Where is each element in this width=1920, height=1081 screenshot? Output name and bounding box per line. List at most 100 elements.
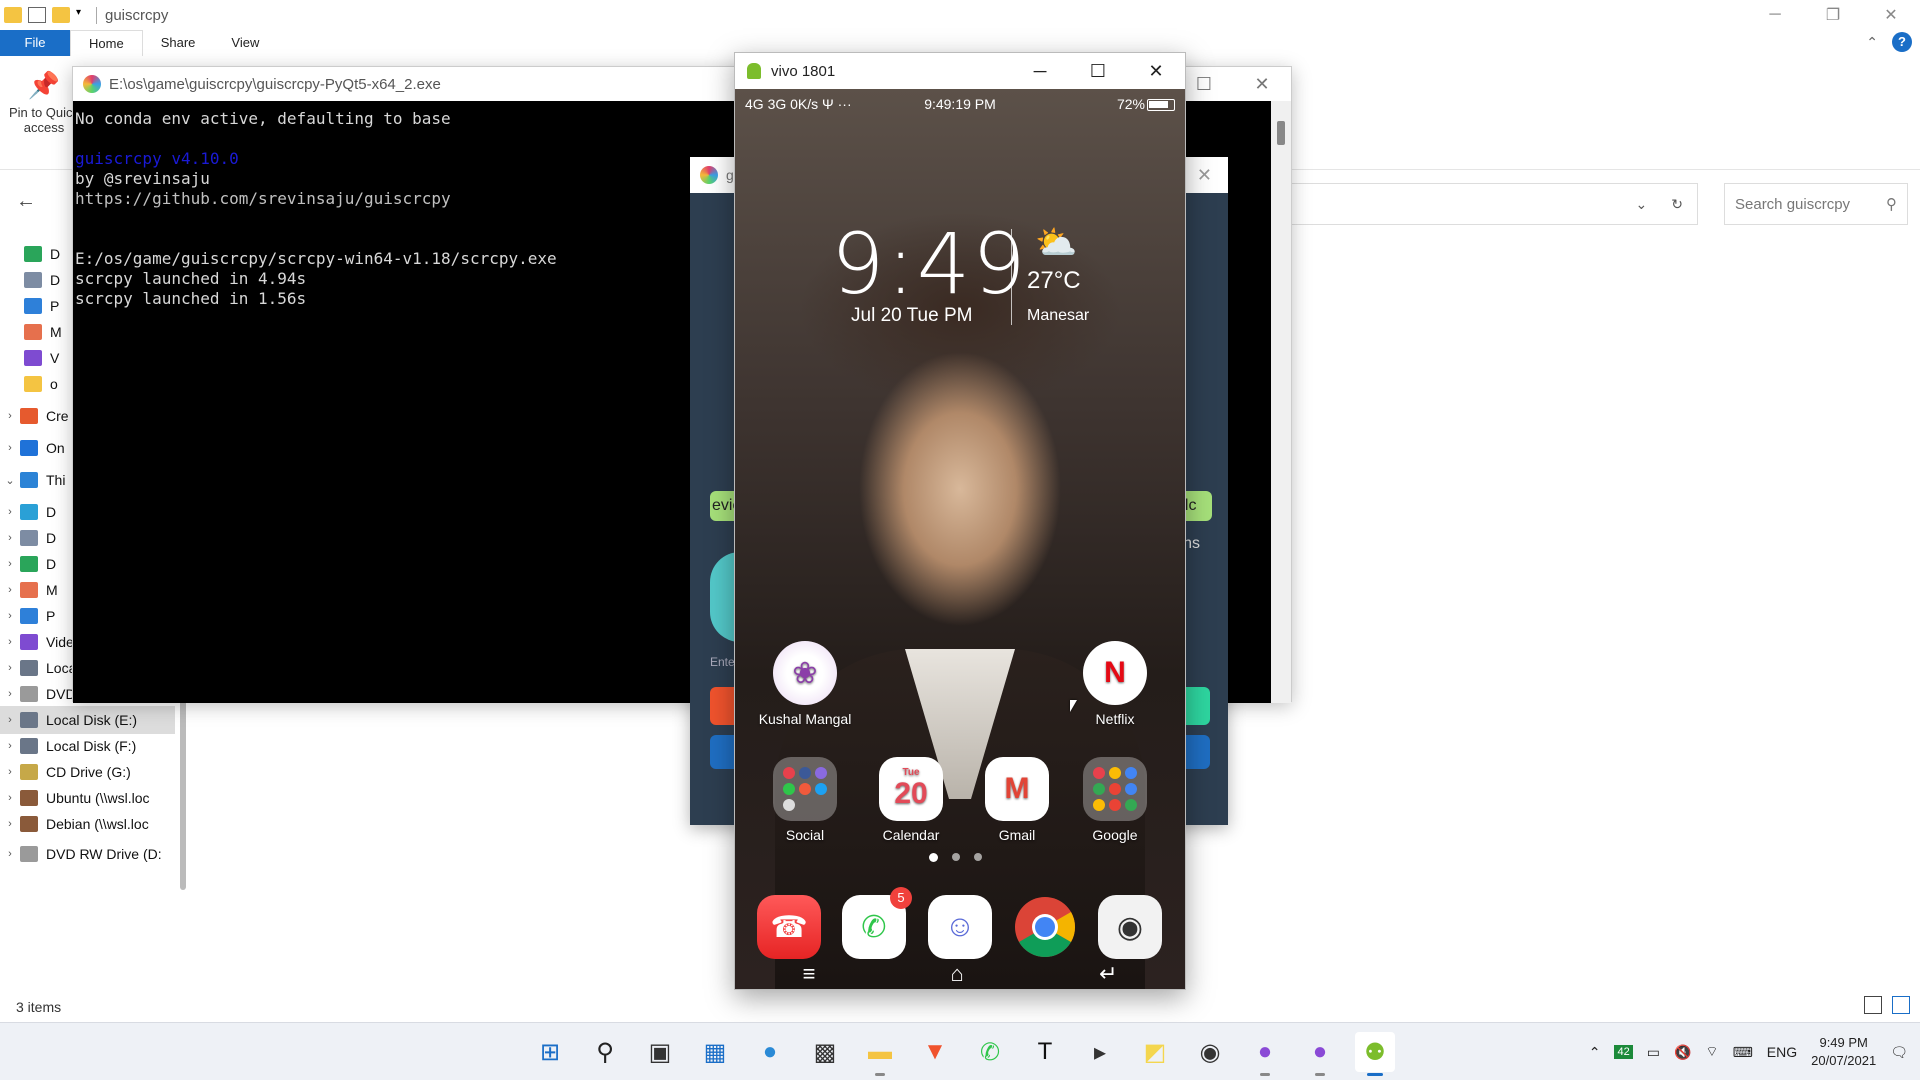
app-calendar[interactable]: Tue 20 Calendar [861, 757, 961, 843]
guiscrcpy-close-button[interactable]: ✕ [1197, 165, 1212, 186]
close-button[interactable]: ✕ [1862, 0, 1920, 30]
taskbar-typora-icon[interactable]: T [1025, 1032, 1065, 1072]
nav-item[interactable]: › Cre [0, 402, 69, 430]
battery-tray-icon[interactable]: ▭ [1647, 1044, 1660, 1061]
nav-item[interactable]: ⌄ Thi [0, 466, 65, 494]
notification-center-icon[interactable]: 🗨 [1890, 1044, 1908, 1061]
nav-item[interactable]: › P [0, 602, 55, 630]
nav-item[interactable]: › M [0, 576, 58, 604]
nav-item[interactable]: › Ubuntu (\\wsl.loc [0, 784, 149, 812]
chevron-right-icon[interactable]: › [0, 610, 20, 622]
taskbar-edge-icon[interactable]: ● [750, 1032, 790, 1072]
taskbar-start-icon[interactable]: ⊞ [530, 1032, 570, 1072]
dock-discord-icon[interactable]: ☺ [928, 895, 992, 959]
nav-item[interactable]: › Debian (\\wsl.loc [0, 810, 149, 838]
expand-ribbon-icon[interactable]: ⌃ [1866, 34, 1878, 51]
dock-phone-icon[interactable]: ☎ [757, 895, 821, 959]
chevron-right-icon[interactable]: › [0, 506, 20, 518]
taskbar-file-explorer-icon[interactable]: ▬ [860, 1032, 900, 1076]
maximize-button[interactable]: ❐ [1804, 0, 1862, 30]
console-close-button[interactable]: ✕ [1233, 67, 1291, 101]
taskbar-brave-icon[interactable]: ▼ [915, 1032, 955, 1072]
tab-share[interactable]: Share [143, 30, 214, 56]
taskbar-search-icon[interactable]: ⚲ [585, 1032, 625, 1072]
new-folder-icon[interactable] [52, 7, 70, 23]
tray-badge[interactable]: 42 [1614, 1045, 1633, 1059]
chevron-right-icon[interactable]: › [0, 584, 20, 596]
language-indicator[interactable]: ENG [1767, 1044, 1797, 1060]
taskbar-android-scrcpy-icon[interactable]: ⚉ [1355, 1032, 1395, 1076]
taskbar-clock[interactable]: 9:49 PM 20/07/2021 [1811, 1034, 1876, 1070]
chevron-right-icon[interactable]: › [0, 792, 20, 804]
properties-icon[interactable] [28, 7, 46, 23]
app-kushal-mangal[interactable]: ❀ Kushal Mangal [755, 641, 855, 727]
taskbar-guiscrcpy-icon[interactable]: ● [1245, 1032, 1285, 1076]
dock-camera-icon[interactable]: ◉ [1098, 895, 1162, 959]
chevron-right-icon[interactable]: › [0, 532, 20, 544]
tab-file[interactable]: File [0, 30, 70, 56]
tab-home[interactable]: Home [70, 30, 143, 56]
details-view-icon[interactable] [1864, 996, 1882, 1014]
nav-item[interactable]: › DVD RW Drive (D: [0, 840, 162, 868]
nav-item[interactable]: › CD Drive (G:) [0, 758, 131, 786]
chevron-right-icon[interactable]: › [0, 848, 20, 860]
taskbar-task-view-icon[interactable]: ▣ [640, 1032, 680, 1072]
chevron-right-icon[interactable]: › [0, 442, 20, 454]
tab-view[interactable]: View [213, 30, 277, 56]
speaker-muted-icon[interactable]: 🔇 [1674, 1044, 1691, 1061]
chevron-right-icon[interactable]: › [0, 558, 20, 570]
address-bar[interactable]: ⌄ ↻ [1290, 183, 1698, 225]
back-button[interactable]: ← [16, 190, 36, 213]
taskbar-widgets-icon[interactable]: ▦ [695, 1032, 735, 1072]
folder-google[interactable]: Google [1065, 757, 1165, 843]
help-icon[interactable]: ? [1892, 32, 1912, 52]
taskbar-whatsapp-icon[interactable]: ✆ [970, 1032, 1010, 1072]
dock-whatsapp-icon[interactable]: ✆ 5 [842, 887, 912, 959]
chevron-down-icon[interactable]: ⌄ [0, 474, 20, 487]
taskbar-sticky-notes-icon[interactable]: ◩ [1135, 1032, 1175, 1072]
nav-item[interactable]: o [0, 370, 58, 398]
taskbar-obs-icon[interactable]: ◉ [1190, 1032, 1230, 1072]
nav-item[interactable]: › On [0, 434, 65, 462]
show-hidden-icons-icon[interactable]: ⌃ [1589, 1044, 1601, 1061]
search-input[interactable]: Search guiscrcpy ⚲ [1724, 183, 1908, 225]
console-scrollbar[interactable] [1271, 101, 1291, 703]
chevron-right-icon[interactable]: › [0, 766, 20, 778]
chevron-right-icon[interactable]: › [0, 688, 20, 700]
nav-item[interactable]: › D [0, 550, 56, 578]
phone-minimize-button[interactable]: ─ [1011, 53, 1069, 89]
phone-maximize-button[interactable]: ☐ [1069, 53, 1127, 89]
nav-item[interactable]: › Local Disk (E:) [0, 706, 175, 734]
dock-chrome-icon[interactable] [1013, 895, 1077, 959]
large-icons-view-icon[interactable] [1892, 996, 1910, 1014]
folder-social[interactable]: Social [755, 757, 855, 843]
chevron-right-icon[interactable]: › [0, 740, 20, 752]
chevron-right-icon[interactable]: › [0, 636, 20, 648]
home-nav-button[interactable]: ⌂ [951, 961, 964, 987]
customize-quick-access-icon[interactable]: ▾ [76, 7, 86, 23]
nav-item[interactable]: V [0, 344, 59, 372]
app-gmail[interactable]: M Gmail [967, 757, 1067, 843]
taskbar-terminal-icon[interactable]: ▸ [1080, 1032, 1120, 1072]
nav-item[interactable]: › Local Disk (F:) [0, 732, 136, 760]
nav-item[interactable]: › D [0, 498, 56, 526]
phone-close-button[interactable]: ✕ [1127, 53, 1185, 89]
chevron-right-icon[interactable]: › [0, 818, 20, 830]
chevron-right-icon[interactable]: › [0, 410, 20, 422]
back-nav-button[interactable]: ↵ [1099, 961, 1117, 987]
refresh-icon[interactable]: ↻ [1671, 196, 1683, 213]
chevron-down-icon[interactable]: ⌄ [1636, 196, 1648, 213]
minimize-button[interactable]: ─ [1746, 0, 1804, 30]
nav-item[interactable]: P [0, 292, 59, 320]
taskbar-guiscrcpy-2-icon[interactable]: ● [1300, 1032, 1340, 1076]
menu-nav-button[interactable]: ≡ [803, 961, 816, 987]
taskbar-store-icon[interactable]: ▩ [805, 1032, 845, 1072]
nav-item[interactable]: M [0, 318, 62, 346]
nav-item[interactable]: D [0, 266, 60, 294]
nav-item[interactable]: › D [0, 524, 56, 552]
keyboard-icon[interactable]: ⌨ [1733, 1044, 1753, 1061]
chevron-right-icon[interactable]: › [0, 714, 20, 726]
nav-item[interactable]: D [0, 240, 60, 268]
app-netflix[interactable]: N Netflix [1065, 641, 1165, 727]
phone-screen[interactable]: 4G 3G 0K/s Ψ ··· 9:49:19 PM 72% 9:49 Jul… [735, 89, 1185, 989]
